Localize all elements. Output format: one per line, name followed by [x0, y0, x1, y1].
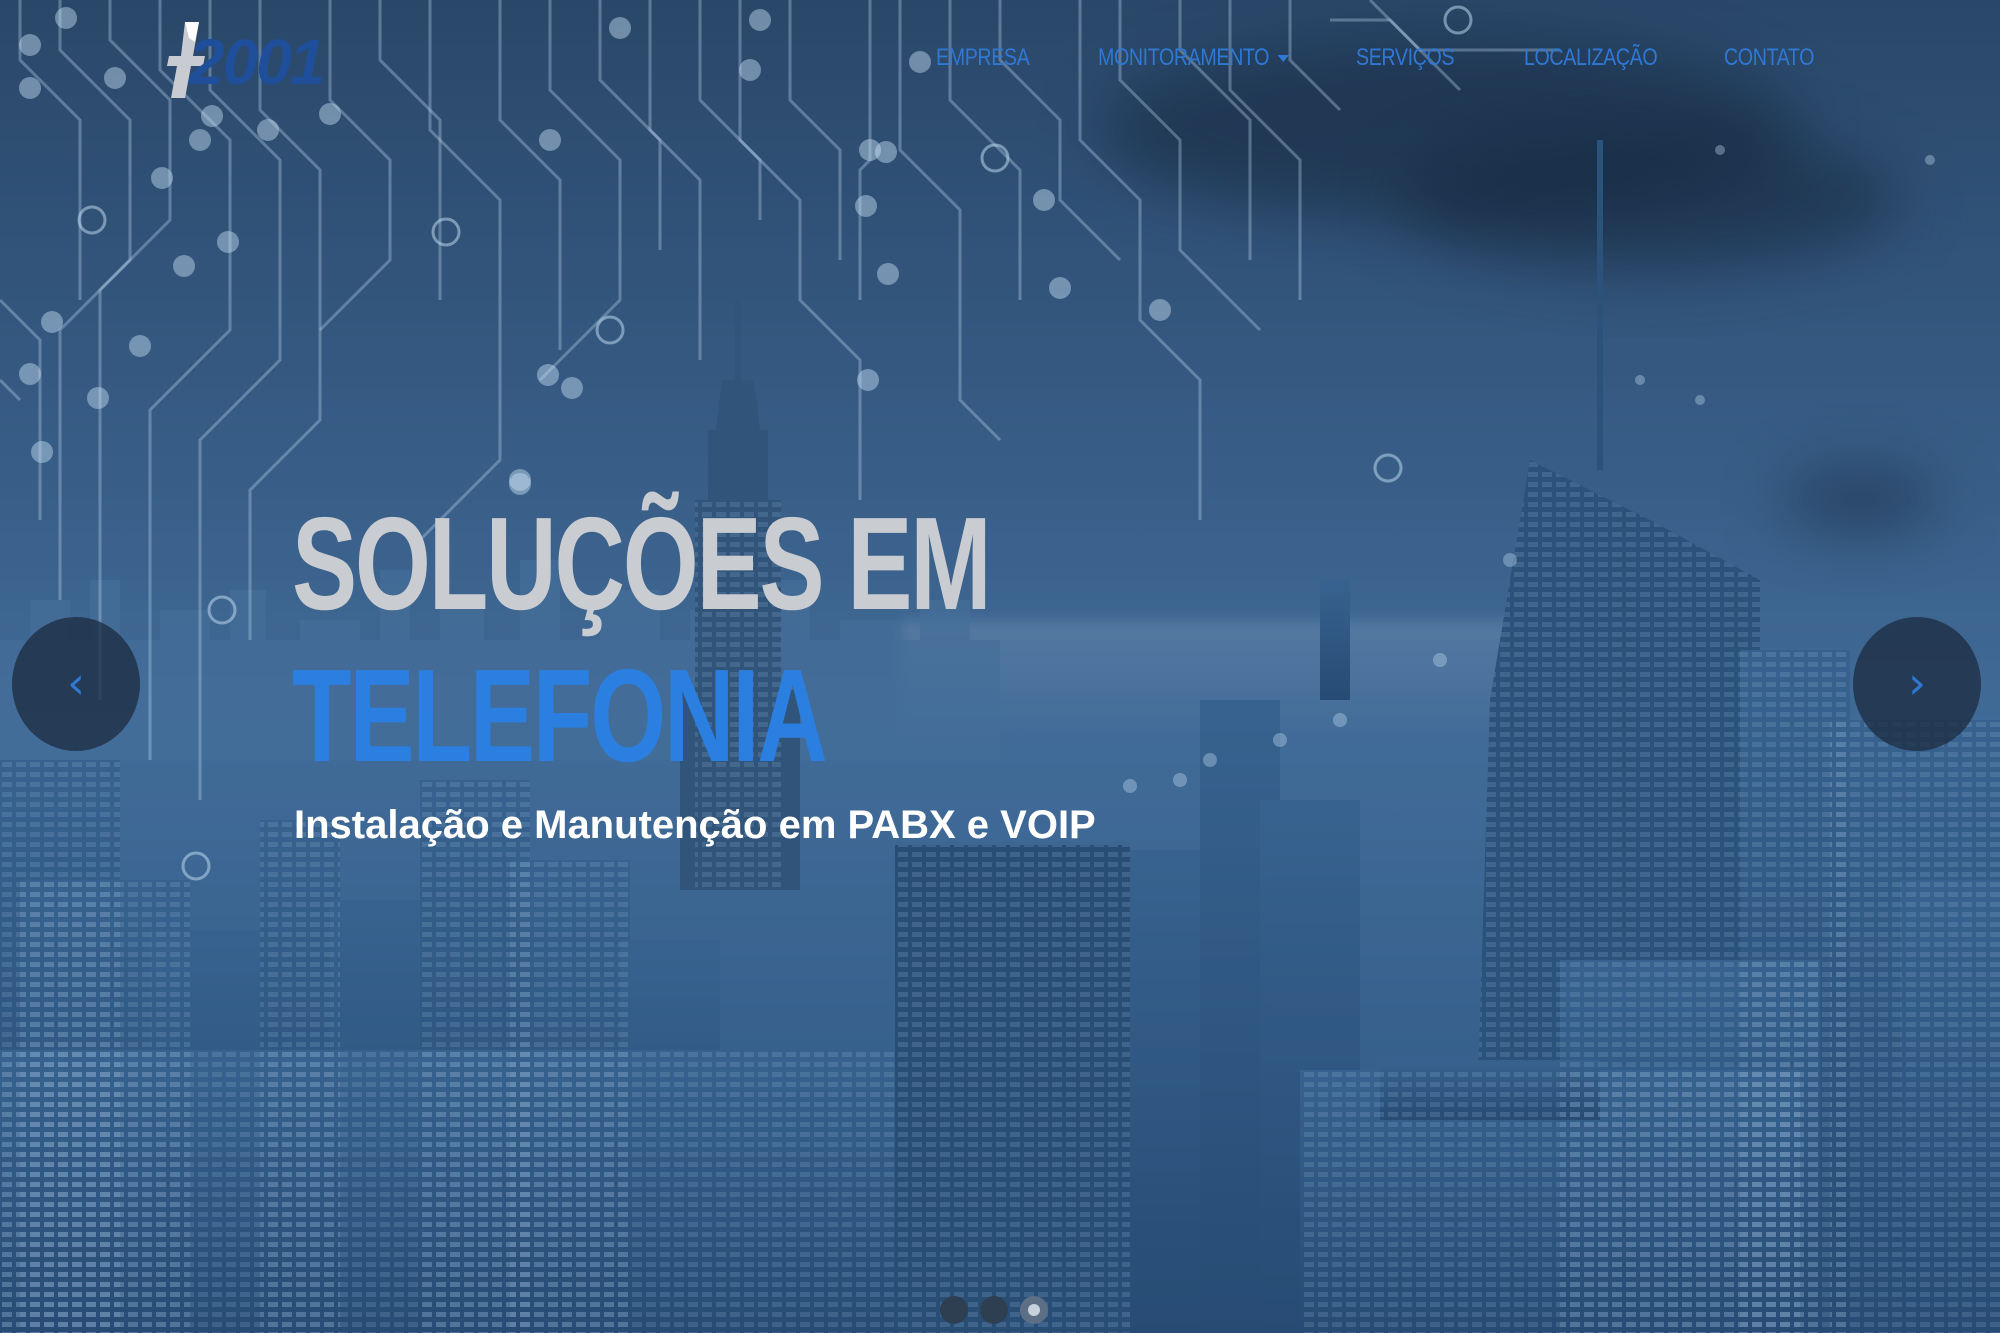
chevron-right-icon: › [1908, 658, 1926, 709]
nav-label: EMPRESA [936, 44, 1030, 71]
hero-subtitle: Instalação e Manutenção em PABX e VOIP [294, 803, 1096, 847]
headline-line-2: TELEFONIA [292, 642, 828, 789]
hero-slider: 2001 EMPRESA MONITORAMENTO SERVIÇOS LOCA… [0, 0, 2000, 1333]
nav-label: SERVIÇOS [1356, 44, 1455, 71]
carousel-prev-button[interactable]: ‹ [12, 617, 140, 751]
nav-item-contato[interactable]: CONTATO [1724, 44, 1814, 72]
headline-line-1: SOLUÇÕES EM [292, 490, 992, 637]
carousel-next-button[interactable]: › [1853, 617, 1981, 751]
carousel-indicator-2[interactable] [980, 1296, 1008, 1324]
nav-item-localizacao[interactable]: LOCALIZAÇÃO [1524, 44, 1658, 72]
chevron-left-icon: ‹ [67, 658, 85, 709]
nav-item-empresa[interactable]: EMPRESA [936, 44, 1030, 72]
caret-down-icon [1277, 55, 1289, 63]
nav-label: LOCALIZAÇÃO [1524, 44, 1658, 71]
carousel-indicators [940, 1296, 1060, 1324]
nav-item-monitoramento[interactable]: MONITORAMENTO [1098, 44, 1289, 72]
nav-label: MONITORAMENTO [1098, 44, 1270, 71]
site-header: 2001 EMPRESA MONITORAMENTO SERVIÇOS LOCA… [0, 0, 2000, 120]
carousel-indicator-1[interactable] [940, 1296, 968, 1324]
nav-label: CONTATO [1724, 44, 1815, 71]
nav-item-servicos[interactable]: SERVIÇOS [1356, 44, 1454, 72]
main-nav: EMPRESA MONITORAMENTO SERVIÇOS LOCALIZAÇ… [0, 44, 2000, 84]
carousel-indicator-3[interactable] [1020, 1296, 1048, 1324]
